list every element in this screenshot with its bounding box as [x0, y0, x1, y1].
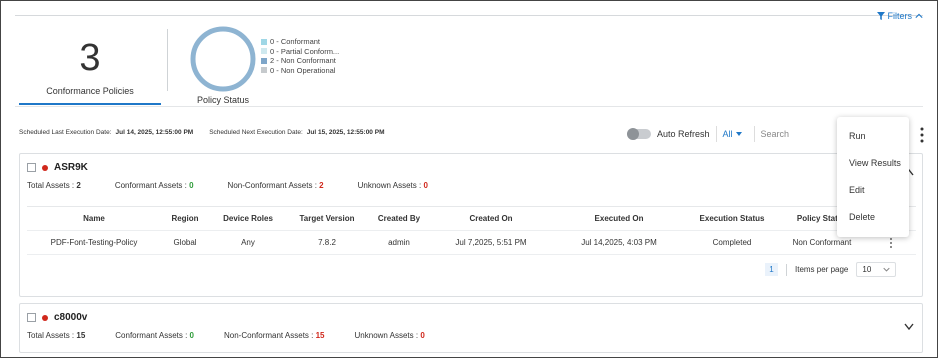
policy-status-legend: 0 - Conformant 0 - Partial Conform... 2 … — [261, 37, 339, 75]
column-header-name[interactable]: Name — [27, 207, 161, 231]
row-more-options-icon[interactable] — [889, 237, 893, 249]
column-header-device-roles[interactable]: Device Roles — [209, 207, 287, 231]
schedule-info: Scheduled Last Execution Date: Jul 14, 2… — [19, 129, 384, 136]
legend-item: 0 - Conformant — [261, 37, 339, 47]
card-header: ASR9K — [27, 162, 88, 173]
pagination-divider — [786, 263, 787, 276]
conformance-page: Filters 3 Conformance Policies Policy St… — [0, 0, 938, 358]
column-header-created-by[interactable]: Created By — [367, 207, 431, 231]
auto-refresh-label: Auto Refresh — [657, 129, 710, 139]
table-header: Name Region Device Roles Target Version … — [27, 207, 916, 231]
toggle-knob — [627, 128, 639, 140]
cell-region: Global — [173, 238, 197, 247]
non-conformant-assets-value: 15 — [315, 331, 325, 340]
chevron-down-icon[interactable] — [904, 322, 914, 330]
policy-status-chart: Policy Status — [183, 25, 263, 107]
card-title: ASR9K — [54, 162, 88, 173]
total-assets-value: 15 — [76, 331, 86, 340]
unknown-assets-label: Unknown Assets : — [357, 181, 422, 190]
filter-select-value: All — [722, 129, 733, 139]
cell-target-version: 7.8.2 — [318, 238, 336, 247]
column-header-execution-status[interactable]: Execution Status — [687, 207, 777, 231]
caret-down-icon — [735, 132, 742, 136]
pagination: 1 Items per page 10 — [765, 262, 897, 277]
non-conformant-assets-label: Non-Conformant Assets : — [227, 181, 317, 190]
legend-swatch — [261, 48, 267, 55]
last-execution-value: Jul 14, 2025, 12:55:00 PM — [115, 129, 194, 136]
policy-status-label: Policy Status — [196, 95, 250, 105]
card-checkbox[interactable] — [27, 313, 36, 322]
actions-menu: Run View Results Edit Delete — [837, 117, 909, 237]
conformance-policies-label: Conformance Policies — [46, 86, 134, 96]
menu-item-run[interactable]: Run — [849, 131, 866, 141]
unknown-assets-value: 0 — [423, 181, 428, 190]
menu-item-delete[interactable]: Delete — [849, 212, 875, 222]
conformant-assets-label: Conformant Assets : — [114, 181, 187, 190]
status-dot-icon — [42, 164, 48, 171]
cell-name: PDF-Font-Testing-Policy — [50, 238, 138, 247]
cell-executed-on: Jul 14,2025, 4:03 PM — [581, 238, 657, 247]
column-header-created-on[interactable]: Created On — [431, 207, 551, 231]
items-per-page-label: Items per page — [795, 265, 849, 274]
legend-swatch — [261, 67, 267, 74]
summary-divider — [167, 29, 168, 91]
summary-panel: 3 Conformance Policies Policy Status 0 -… — [15, 25, 923, 107]
conformance-policies-tile[interactable]: 3 Conformance Policies — [19, 25, 161, 105]
menu-item-edit[interactable]: Edit — [849, 185, 865, 195]
list-toolbar: Auto Refresh All Search — [627, 126, 856, 142]
card-checkbox[interactable] — [27, 163, 36, 172]
page-size-value: 10 — [862, 265, 872, 274]
cell-created-on: Jul 7,2025, 5:51 PM — [455, 238, 527, 247]
next-execution-label: Scheduled Next Execution Date: — [209, 129, 303, 136]
policy-card: ASR9K Total Assets : 2 Conformant Assets… — [19, 153, 923, 297]
top-divider — [15, 15, 923, 16]
filters-label: Filters — [887, 11, 913, 21]
auto-refresh-toggle[interactable] — [627, 128, 651, 140]
card-title: c8000v — [54, 312, 88, 323]
policy-card: c8000v Total Assets : 15 Conformant Asse… — [19, 303, 923, 353]
column-header-target-version[interactable]: Target Version — [287, 207, 367, 231]
page-number-button[interactable]: 1 — [765, 263, 778, 276]
conformance-policies-count: 3 — [79, 37, 101, 79]
page-size-select[interactable]: 10 — [856, 262, 897, 277]
non-conformant-assets-label: Non-Conformant Assets : — [224, 331, 314, 340]
total-assets-label: Total Assets : — [27, 181, 75, 190]
chevron-up-icon — [915, 13, 923, 18]
funnel-icon — [876, 12, 885, 20]
unknown-assets-label: Unknown Assets : — [354, 331, 419, 340]
card-header: c8000v — [27, 312, 87, 323]
legend-swatch — [261, 57, 267, 64]
asset-counts: Total Assets : 2 Conformant Assets : 0 N… — [27, 181, 428, 190]
legend-item: 2 - Non Conformant — [261, 56, 339, 66]
status-dot-icon — [42, 314, 48, 321]
conformant-assets-label: Conformant Assets : — [115, 331, 188, 340]
more-options-icon[interactable] — [919, 127, 925, 143]
cell-device-roles: Any — [241, 238, 255, 247]
unknown-assets-value: 0 — [420, 331, 425, 340]
asset-counts: Total Assets : 15 Conformant Assets : 0 … — [27, 331, 425, 340]
cell-created-by: admin — [388, 238, 410, 247]
legend-swatch — [261, 38, 267, 45]
policy-table: Name Region Device Roles Target Version … — [27, 206, 916, 255]
donut-ring-non-conformant — [190, 26, 256, 92]
column-header-region[interactable]: Region — [161, 207, 209, 231]
filter-select[interactable]: All — [715, 126, 748, 142]
menu-item-view-results[interactable]: View Results — [849, 158, 901, 168]
cell-execution-status: Completed — [712, 238, 752, 247]
legend-item: 0 - Partial Conform... — [261, 47, 339, 57]
legend-item: 0 - Non Operational — [261, 66, 339, 76]
chevron-down-icon — [883, 267, 891, 272]
table-row[interactable]: PDF-Font-Testing-Policy Global Any 7.8.2… — [27, 231, 916, 255]
last-execution-label: Scheduled Last Execution Date: — [19, 129, 112, 136]
policy-status-donut — [190, 26, 256, 92]
column-header-executed-on[interactable]: Executed On — [551, 207, 687, 231]
active-tile-indicator — [19, 103, 161, 105]
next-execution-value: Jul 15, 2025, 12:55:00 PM — [306, 129, 385, 136]
total-assets-label: Total Assets : — [27, 331, 75, 340]
filters-toggle[interactable]: Filters — [876, 11, 924, 21]
